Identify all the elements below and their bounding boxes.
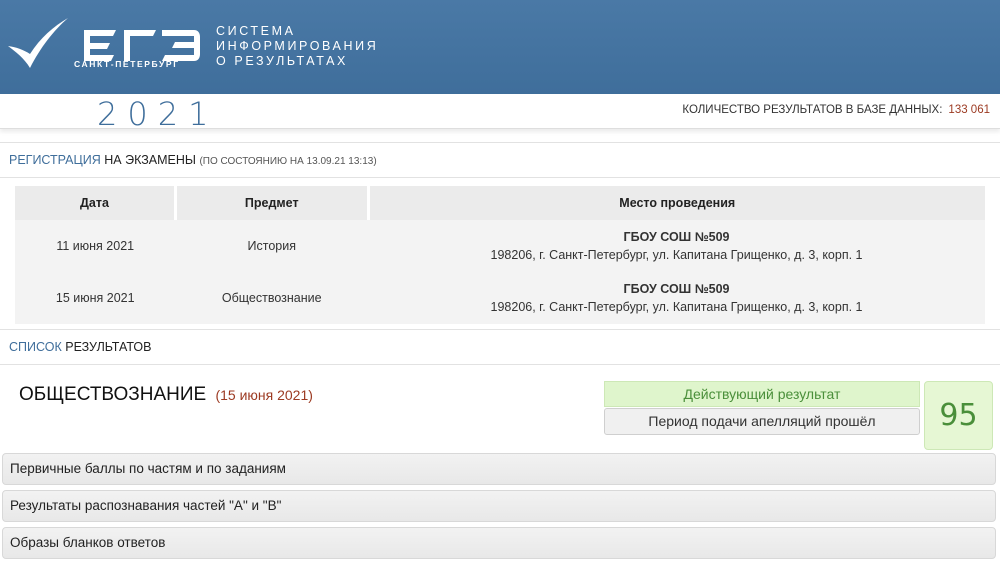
results-title-accent: СПИСОК — [9, 340, 62, 354]
system-title-line: СИСТЕМА — [216, 24, 296, 38]
place-name: ГБОУ СОШ №509 — [623, 230, 730, 244]
column-header-place: Место проведения — [368, 186, 985, 220]
status-appeal-badge: Период подачи апелляций прошёл — [604, 408, 920, 435]
score-value: 95 — [924, 381, 993, 450]
accordion-recognition-results[interactable]: Результаты распознавания частей "А" и "В… — [2, 490, 996, 522]
table-header-row: Дата Предмет Место проведения — [15, 186, 985, 220]
cell-date: 11 июня 2021 — [15, 220, 176, 272]
accordion-primary-scores[interactable]: Первичные баллы по частям и по заданиям — [2, 453, 996, 485]
place-address: 198206, г. Санкт-Петербург, ул. Капитана… — [490, 300, 863, 314]
site-header: САНКТ-ПЕТЕРБУРГ СИСТЕМА ИНФОРМИРОВАНИЯ О… — [0, 0, 1000, 94]
result-subject: ОБЩЕСТВОЗНАНИЕ (15 июня 2021) — [19, 384, 313, 406]
registration-note: (ПО СОСТОЯНИЮ НА 13.09.21 13:13) — [199, 156, 377, 167]
cell-place: ГБОУ СОШ №509 198206, г. Санкт-Петербург… — [368, 272, 985, 324]
cell-subject: История — [175, 220, 369, 272]
column-header-date: Дата — [15, 186, 177, 220]
year-label: 2021 — [97, 95, 219, 133]
results-count-label: КОЛИЧЕСТВО РЕЗУЛЬТАТОВ В БАЗЕ ДАННЫХ: — [682, 104, 943, 116]
results-count-value: 133 061 — [948, 104, 990, 116]
status-active-badge: Действующий результат — [604, 381, 920, 407]
system-title-line: ИНФОРМИРОВАНИЯ — [216, 39, 379, 53]
system-title-line: О РЕЗУЛЬТАТАХ — [216, 54, 348, 68]
cell-place: ГБОУ СОШ №509 198206, г. Санкт-Петербург… — [368, 220, 985, 272]
table-row: 11 июня 2021 История ГБОУ СОШ №509 19820… — [15, 220, 985, 272]
column-header-subject: Предмет — [175, 186, 370, 220]
results-section-title: СПИСОК РЕЗУЛЬТАТОВ — [0, 329, 1000, 365]
place-address: 198206, г. Санкт-Петербург, ул. Капитана… — [490, 248, 863, 262]
cell-subject: Обществознание — [175, 272, 369, 324]
logo-city: САНКТ-ПЕТЕРБУРГ — [74, 59, 180, 69]
registration-section-title: РЕГИСТРАЦИЯ НА ЭКЗАМЕНЫ (ПО СОСТОЯНИЮ НА… — [0, 142, 1000, 178]
results-count: КОЛИЧЕСТВО РЕЗУЛЬТАТОВ В БАЗЕ ДАННЫХ: 133… — [682, 104, 990, 116]
place-name: ГБОУ СОШ №509 — [623, 282, 730, 296]
accordion-answer-forms[interactable]: Образы бланков ответов — [2, 527, 996, 559]
result-subject-name: ОБЩЕСТВОЗНАНИЕ — [19, 384, 207, 405]
system-title: СИСТЕМА ИНФОРМИРОВАНИЯ О РЕЗУЛЬТАТАХ — [216, 24, 378, 69]
results-title-rest: РЕЗУЛЬТАТОВ — [65, 340, 152, 354]
registration-table: Дата Предмет Место проведения 11 июня 20… — [15, 186, 985, 324]
result-date: (15 июня 2021) — [215, 387, 313, 403]
cell-date: 15 июня 2021 — [15, 272, 176, 324]
registration-title-accent: РЕГИСТРАЦИЯ — [9, 153, 101, 167]
registration-title-rest: НА ЭКЗАМЕНЫ — [104, 153, 196, 167]
table-row: 15 июня 2021 Обществознание ГБОУ СОШ №50… — [15, 272, 985, 324]
